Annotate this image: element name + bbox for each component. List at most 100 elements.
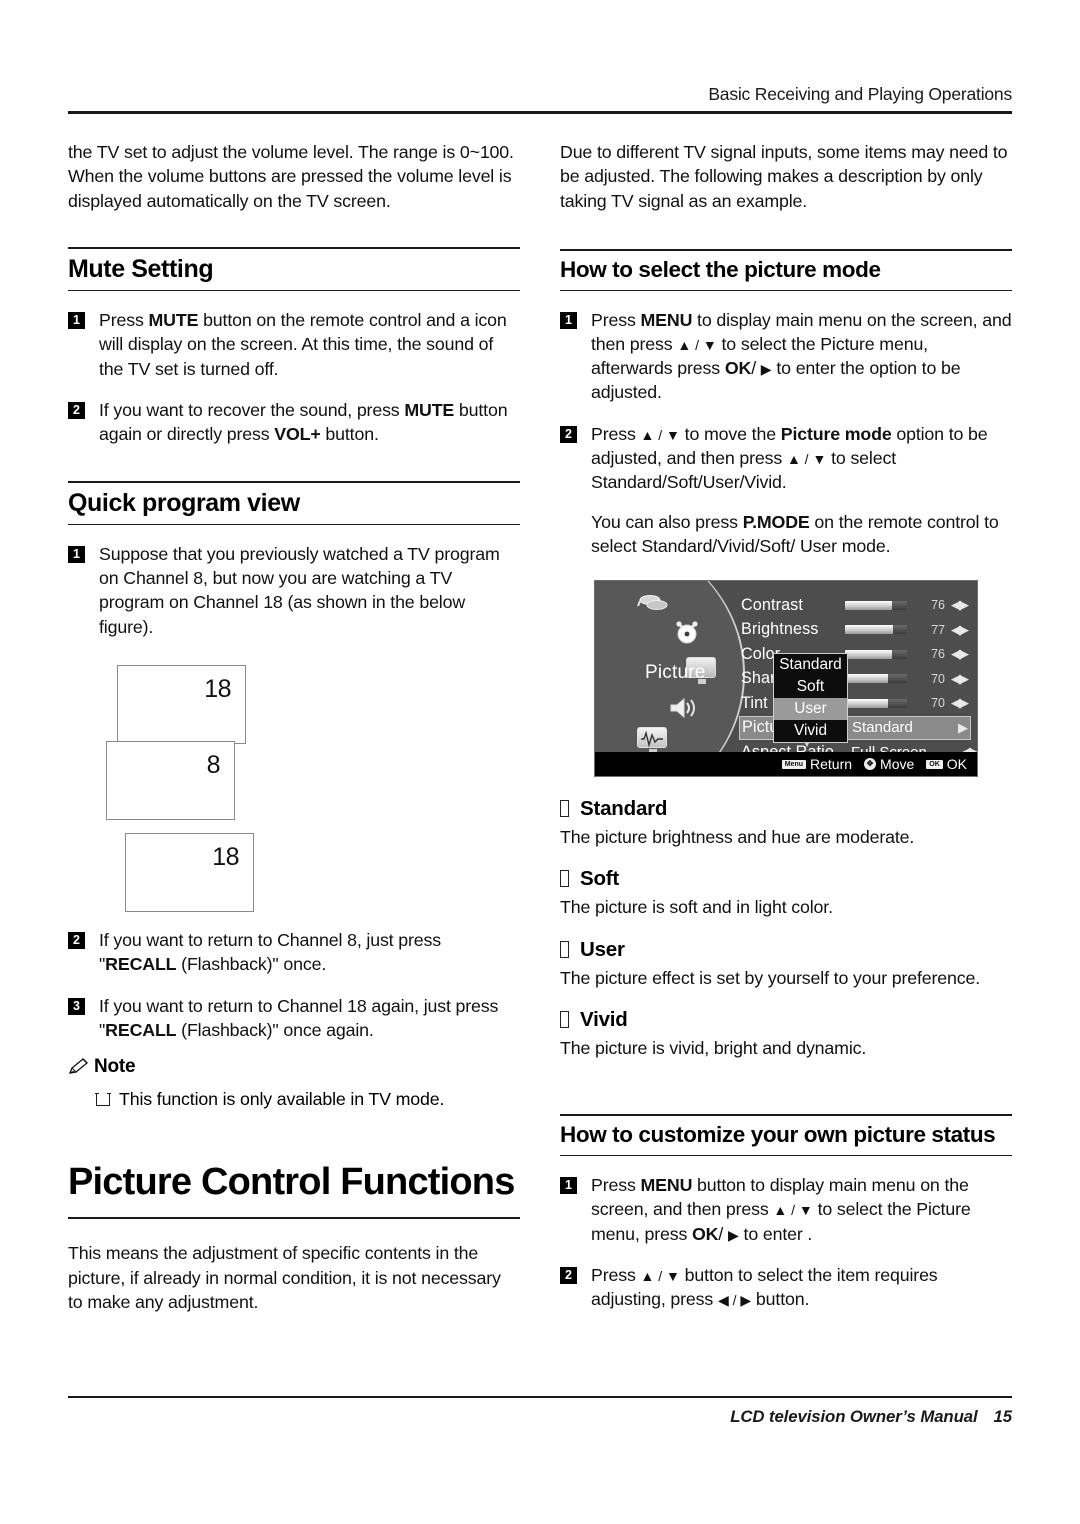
- osd-slider-remainder: [888, 674, 907, 684]
- osd-slider-remainder: [892, 600, 907, 610]
- section-rule-bottom: [68, 523, 520, 525]
- footer-manual-title: LCD television Owner’s Manual: [730, 1407, 978, 1426]
- waveform-icon: [637, 727, 667, 755]
- osd-slider-value: 70: [931, 671, 945, 686]
- osd-key-icon: ✥: [864, 758, 877, 771]
- picture-mode-entry: Vivid: [560, 1008, 1012, 1032]
- step-number: 2: [560, 1266, 577, 1284]
- dropdown-option[interactable]: Vivid: [774, 720, 847, 742]
- clock-icon: [673, 619, 701, 650]
- osd-menu-title: Picture: [645, 662, 706, 684]
- step-text: Press MENU to display main menu on the s…: [591, 309, 1012, 403]
- section-heading-customize-picture-status: How to customize your own picture status: [560, 1122, 996, 1148]
- section-picture-control-functions: Picture Control Functions This means the…: [68, 1160, 520, 1315]
- note-bullet-icon: [95, 1092, 111, 1107]
- dropdown-option[interactable]: Standard: [774, 654, 847, 676]
- osd-slider[interactable]: [845, 698, 907, 708]
- step-number: 1: [560, 1177, 577, 1194]
- direction-arrows-icon: ▲ / ▼: [786, 451, 827, 467]
- pencil-icon: [68, 1058, 90, 1076]
- osd-slider-remainder: [888, 698, 907, 708]
- osd-row-brightness[interactable]: Brightness 77 ◀▶: [741, 618, 977, 643]
- osd-slider[interactable]: [845, 600, 907, 610]
- section-heading-select-picture-mode: How to select the picture mode: [560, 256, 881, 282]
- emphasis: MENU: [640, 309, 693, 330]
- left-column: the TV set to adjust the volume level. T…: [68, 140, 520, 1314]
- left-right-adjust-icon[interactable]: ◀▶: [951, 622, 969, 638]
- osd-slider[interactable]: [845, 649, 907, 659]
- picture-control-paragraph: This means the adjustment of specific co…: [68, 1243, 501, 1312]
- osd-key-icon: Menu: [781, 759, 806, 769]
- quick-program-steps-rest: 2 If you want to return to Channel 8, jus…: [68, 928, 520, 1042]
- step-number: 1: [68, 312, 85, 330]
- picture-mode-extra-note: You can also press P.MODE on the remote …: [591, 511, 999, 556]
- emphasis: VOL+: [274, 424, 321, 445]
- footer-text: LCD television Owner’s Manual 15: [68, 1398, 1012, 1427]
- osd-row-contrast[interactable]: Contrast 76 ◀▶: [741, 593, 977, 618]
- step-text: If you want to recover the sound, press …: [99, 400, 508, 445]
- bullet-box-icon: [560, 870, 569, 888]
- header-title: Basic Receiving and Playing Operations: [708, 84, 1012, 104]
- emphasis: RECALL: [105, 1019, 177, 1040]
- left-right-adjust-icon[interactable]: ◀▶: [951, 671, 969, 687]
- step-number: 2: [68, 932, 85, 950]
- note-item-text: This function is only available in TV mo…: [119, 1089, 445, 1110]
- picture-mode-name: Soft: [580, 867, 620, 891]
- speaker-icon: [668, 696, 702, 725]
- step-text: If you want to return to Channel 18 agai…: [99, 995, 499, 1040]
- emphasis: OK: [691, 1223, 719, 1244]
- osd-slider-value: 70: [931, 696, 945, 711]
- osd-hint-label: Return: [810, 756, 853, 773]
- left-right-adjust-icon[interactable]: ▶: [958, 720, 970, 736]
- section-how-to-select-picture-mode: How to select the picture mode 1 Press ME…: [560, 248, 1012, 1060]
- picture-mode-dropdown[interactable]: Standard Soft User Vivid: [773, 653, 848, 744]
- bullet-box-icon: [560, 940, 569, 958]
- emphasis: P.MODE: [742, 511, 810, 532]
- step-text: Press ▲ / ▼ to move the Picture mode opt…: [591, 423, 988, 493]
- left-right-adjust-icon[interactable]: ◀▶: [951, 695, 969, 711]
- section-how-to-customize-picture-status: How to customize your own picture status…: [560, 1114, 1012, 1311]
- manual-page: Basic Receiving and Playing Operations t…: [0, 0, 1080, 1524]
- picture-mode-name: Vivid: [580, 1008, 628, 1032]
- page-footer: LCD television Owner’s Manual 15: [68, 1396, 1012, 1427]
- osd-hint-ok: OK OK: [926, 756, 967, 772]
- osd-slider-value: 76: [931, 647, 945, 662]
- osd-hint-label: OK: [946, 756, 967, 773]
- page-title: Picture Control Functions: [68, 1160, 515, 1203]
- direction-arrows-icon: ▲ / ▼: [677, 336, 717, 353]
- section-heading-mute: Mute Setting: [68, 254, 214, 283]
- big-title-rule: [68, 1217, 520, 1220]
- picture-mode-entry: Soft: [560, 867, 1012, 891]
- osd-row-label: Brightness: [741, 620, 819, 639]
- left-right-adjust-icon[interactable]: ◀▶: [951, 597, 969, 613]
- osd-hint-return: Menu Return: [781, 756, 853, 773]
- osd-row-label: Contrast: [741, 595, 803, 614]
- step-text: Press MUTE button on the remote control …: [99, 310, 507, 379]
- section-mute-setting: Mute Setting 1 Press MUTE button on the r…: [68, 246, 520, 447]
- note-label: Note: [94, 1056, 136, 1078]
- picture-mode-description: The picture brightness and hue are moder…: [560, 827, 915, 848]
- step-number: 2: [68, 402, 85, 420]
- step-number: 3: [68, 997, 85, 1015]
- picture-mode-entry: Standard: [560, 797, 1012, 821]
- quick-program-step-1: 1 Suppose that you previously watched a T…: [68, 542, 520, 639]
- picture-mode-steps: 1 Press MENU to display main menu on the …: [560, 308, 1012, 495]
- step-number: 2: [560, 425, 577, 443]
- left-right-adjust-icon[interactable]: ◀▶: [951, 646, 969, 662]
- dropdown-option[interactable]: User: [774, 698, 847, 721]
- step-text: If you want to return to Channel 8, just…: [99, 930, 441, 975]
- osd-hint-move: ✥ Move: [864, 756, 914, 772]
- step-text: Press ▲ / ▼ button to select the item re…: [591, 1264, 938, 1310]
- picture-mode-description: The picture effect is set by yourself to…: [560, 967, 981, 988]
- antenna-icon: [636, 593, 670, 618]
- osd-key-icon: OK: [926, 759, 943, 769]
- direction-arrows-icon: ▲ / ▼: [773, 1202, 813, 1219]
- emphasis: Picture mode: [780, 423, 892, 444]
- bullet-box-icon: [560, 1011, 569, 1029]
- section-rule-bottom: [560, 289, 1012, 291]
- osd-slider[interactable]: [845, 674, 907, 684]
- numbered-step: 2 Press ▲ / ▼ to move the Picture mode op…: [560, 422, 1012, 495]
- dropdown-option[interactable]: Soft: [774, 676, 847, 698]
- osd-slider[interactable]: [845, 625, 907, 635]
- note-block: Note This function is only available in …: [68, 1056, 520, 1111]
